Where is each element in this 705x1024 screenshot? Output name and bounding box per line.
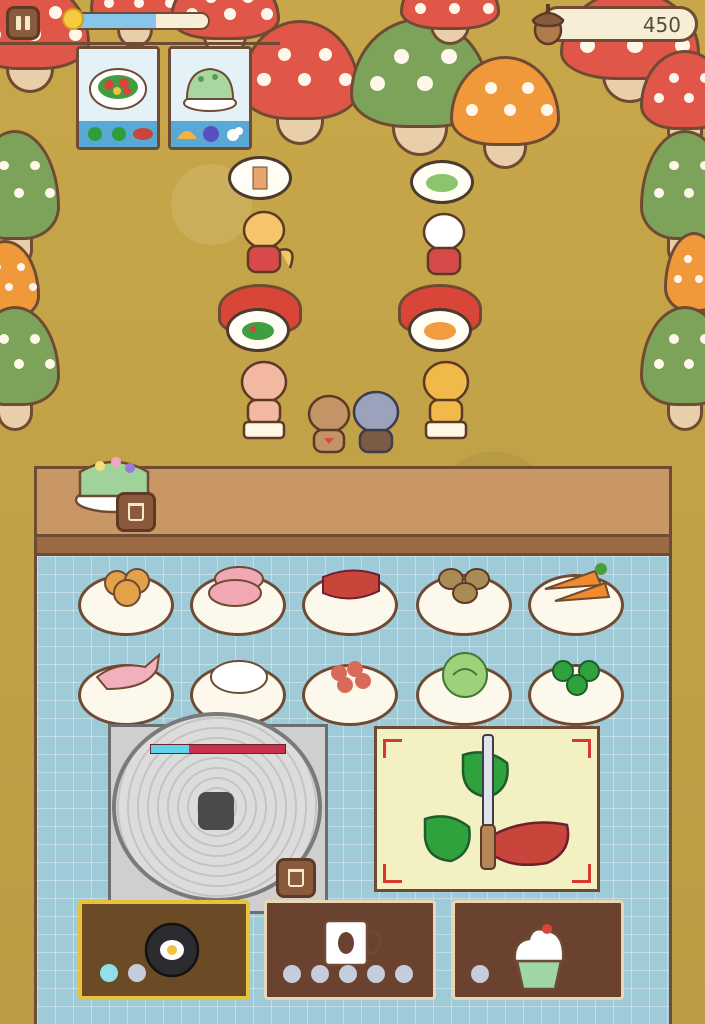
cupcake-icon: [513, 924, 565, 991]
omelette-icon: [424, 322, 456, 340]
level-pip-2: [311, 965, 329, 983]
beef-icon: [491, 821, 570, 866]
coin-value: 450: [642, 13, 681, 37]
plate-potato[interactable]: [416, 568, 512, 636]
taco-icon: [177, 131, 197, 139]
plate-beef[interactable]: [302, 569, 398, 636]
acorn-icon: [531, 4, 565, 46]
green-cake-icon: [183, 67, 237, 112]
pepper-icon: [88, 127, 102, 141]
green-pepper-icon: [552, 660, 600, 696]
vegetable-salad-icon: [89, 68, 147, 110]
pause-button[interactable]: [6, 6, 40, 40]
plate-cabbage[interactable]: [416, 652, 512, 726]
plate-carrot[interactable]: [528, 563, 624, 636]
salad-icon: [426, 174, 458, 192]
counter-trash-button[interactable]: [116, 492, 156, 532]
onion-icon: [104, 568, 150, 607]
order-bubble-salad[interactable]: [410, 160, 474, 204]
potato-icon: [438, 568, 490, 604]
customer-pig[interactable]: [234, 356, 294, 444]
counter-edge: [34, 534, 672, 556]
customer-fox[interactable]: [236, 206, 296, 280]
order-bubble-omelette[interactable]: [408, 308, 472, 352]
coffee-cup-icon: [323, 919, 382, 967]
level-pip-1: [471, 965, 489, 983]
cabbage-icon: [442, 652, 488, 698]
pepper-icon: [112, 127, 126, 141]
level-pip-1: [283, 965, 301, 983]
sun-icon: [62, 8, 84, 30]
green-pepper-icon: [423, 815, 471, 863]
appliance-frying-pan[interactable]: [78, 900, 250, 1000]
cream-icon: [227, 127, 243, 141]
stove-trash-button[interactable]: [276, 858, 316, 898]
knife-icon: [480, 734, 496, 870]
day-progress-fill: [72, 14, 157, 28]
order-bubble-drink[interactable]: [228, 156, 292, 200]
level-pip-2: [128, 964, 146, 982]
customer-cat[interactable]: [414, 208, 474, 282]
plate-onion[interactable]: [78, 568, 174, 636]
meat-icon: [133, 128, 153, 140]
order-rope: [0, 42, 280, 45]
day-progress-bar: [70, 12, 210, 30]
staff-bear: [304, 392, 354, 460]
cook-progress-bar: [150, 744, 286, 754]
stove-knob: [198, 792, 234, 830]
blue-berry-icon: [203, 126, 219, 142]
appliance-coffee-machine[interactable]: [264, 900, 436, 1000]
rice-icon: [210, 660, 268, 694]
trash-icon: [128, 503, 144, 521]
cutting-board[interactable]: [374, 726, 600, 892]
plate-shrimp[interactable]: [302, 661, 398, 726]
order-card-1[interactable]: [76, 46, 160, 150]
level-pip-5: [395, 965, 413, 983]
shrimp-icon: [331, 661, 371, 693]
chicken-leg-icon: [95, 652, 161, 691]
cook-progress-fill: [151, 745, 189, 753]
ham-icon: [208, 566, 264, 607]
pause-icon: [16, 16, 21, 30]
plate-green-pepper[interactable]: [528, 660, 624, 726]
beef-icon: [322, 569, 380, 600]
appliance-cupcake-oven[interactable]: [452, 900, 624, 1000]
order-card-2[interactable]: [168, 46, 252, 150]
level-pip-4: [367, 965, 385, 983]
salad-icon: [242, 322, 274, 340]
trash-icon: [288, 869, 304, 887]
customer-hamster[interactable]: [416, 356, 476, 444]
carrot-icon: [544, 563, 611, 602]
order-bubble-salad-2[interactable]: [226, 308, 290, 352]
drink-icon: [252, 166, 268, 190]
level-pip-3: [339, 965, 357, 983]
plate-ham[interactable]: [190, 566, 286, 636]
plate-chicken-leg[interactable]: [78, 652, 174, 726]
frying-pan-icon: [144, 922, 200, 978]
level-pip-1: [100, 964, 118, 982]
staff-raccoon: [350, 388, 406, 460]
